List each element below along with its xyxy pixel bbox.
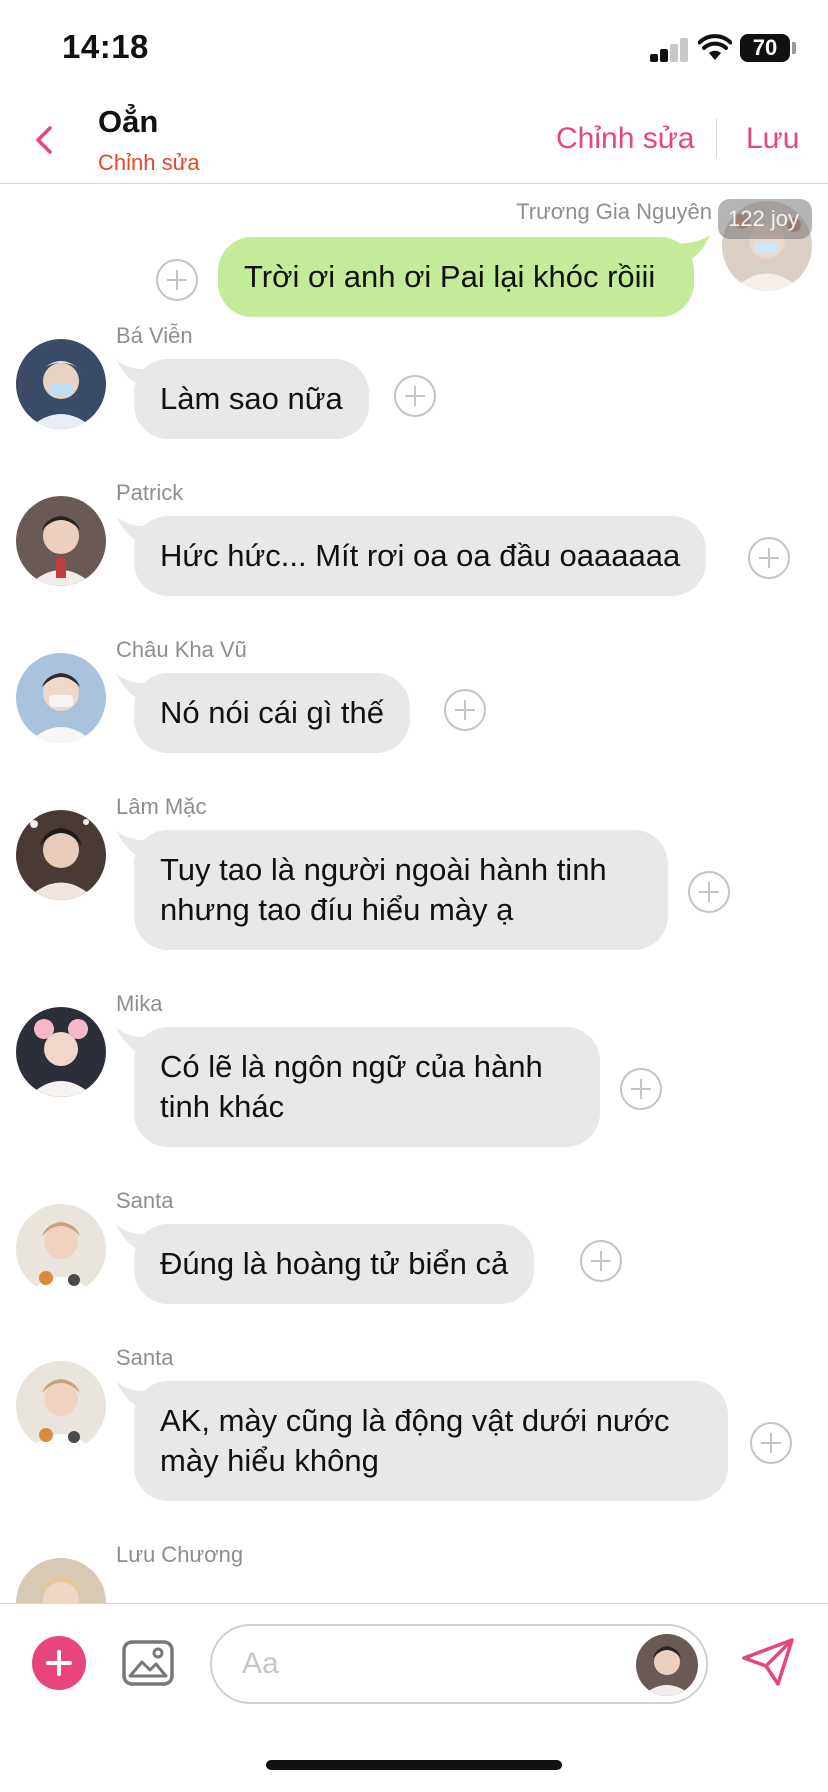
react-plus-button[interactable] [620,1068,662,1110]
message-bubble[interactable]: Làm sao nữa [134,359,369,439]
persona-avatar[interactable] [636,1634,698,1696]
sender-name: Bá Viễn [116,323,193,348]
image-icon[interactable] [122,1638,174,1688]
avatar[interactable] [16,810,106,900]
avatar[interactable] [16,1361,106,1451]
cellular-signal-icon [650,38,690,62]
message-bubble[interactable]: Tuy tao là người ngoài hành tinh nhưng t… [134,830,668,950]
back-chevron-icon[interactable] [26,120,66,160]
message-bubble[interactable]: Nó nói cái gì thế [134,673,411,753]
message-bubble[interactable]: Đúng là hoàng tử biển cả [134,1224,535,1304]
message-bubble[interactable]: Hức hức... Mít rơi oa oa đầu oaaaaaa [134,516,707,596]
reaction-badge: 122 joy [718,199,812,239]
react-plus-button[interactable] [580,1240,622,1282]
sender-name: Châu Kha Vũ [116,637,247,662]
status-bar: 14:18 70 [0,0,828,96]
composer-bar [0,1603,828,1713]
avatar[interactable] [16,653,106,743]
edit-button[interactable]: Chỉnh sửa [556,122,695,156]
battery-cap [792,42,796,54]
message-bubble[interactable]: AK, mày cũng là động vật dưới nước mày h… [134,1381,728,1501]
sender-name: Lưu Chương [116,1542,244,1567]
sender-name: Trương Gia Nguyên [516,199,712,224]
avatar[interactable] [16,339,106,429]
react-plus-button[interactable] [394,375,436,417]
react-plus-button[interactable] [156,259,198,301]
add-plus-icon[interactable] [32,1636,86,1690]
react-plus-button[interactable] [444,689,486,731]
sender-name: Santa [116,1345,174,1370]
sender-name: Patrick [116,480,184,505]
react-plus-button[interactable] [748,537,790,579]
chat-header: Oẳn Chỉnh sửa Chỉnh sửa Lưu [0,96,828,184]
avatar[interactable] [16,1204,106,1294]
send-icon[interactable] [740,1636,796,1688]
message-input[interactable] [210,1624,708,1704]
sender-name: Lâm Mặc [116,794,207,819]
react-plus-button[interactable] [688,871,730,913]
message-list[interactable]: Trương Gia Nguyên 122 joy Trời ơi anh ơi… [0,185,828,1603]
sender-name: Santa [116,1188,174,1213]
sender-name: Mika [116,991,163,1016]
avatar[interactable] [16,496,106,586]
avatar[interactable] [16,1007,106,1097]
save-button[interactable]: Lưu [746,122,799,156]
bubble-tail [672,235,710,265]
react-plus-button[interactable] [750,1422,792,1464]
avatar[interactable] [16,1558,106,1603]
chat-subtitle[interactable]: Chỉnh sửa [98,150,200,176]
battery-indicator: 70 [740,34,790,62]
home-indicator [266,1760,562,1770]
chat-title: Oẳn [98,104,159,139]
header-divider [716,118,717,158]
message-bubble[interactable]: Có lẽ là ngôn ngữ của hành tinh khác [134,1027,600,1147]
status-time: 14:18 [62,28,149,65]
message-bubble[interactable]: Trời ơi anh ơi Pai lại khóc rồiii [218,237,694,317]
wifi-icon [698,34,732,60]
